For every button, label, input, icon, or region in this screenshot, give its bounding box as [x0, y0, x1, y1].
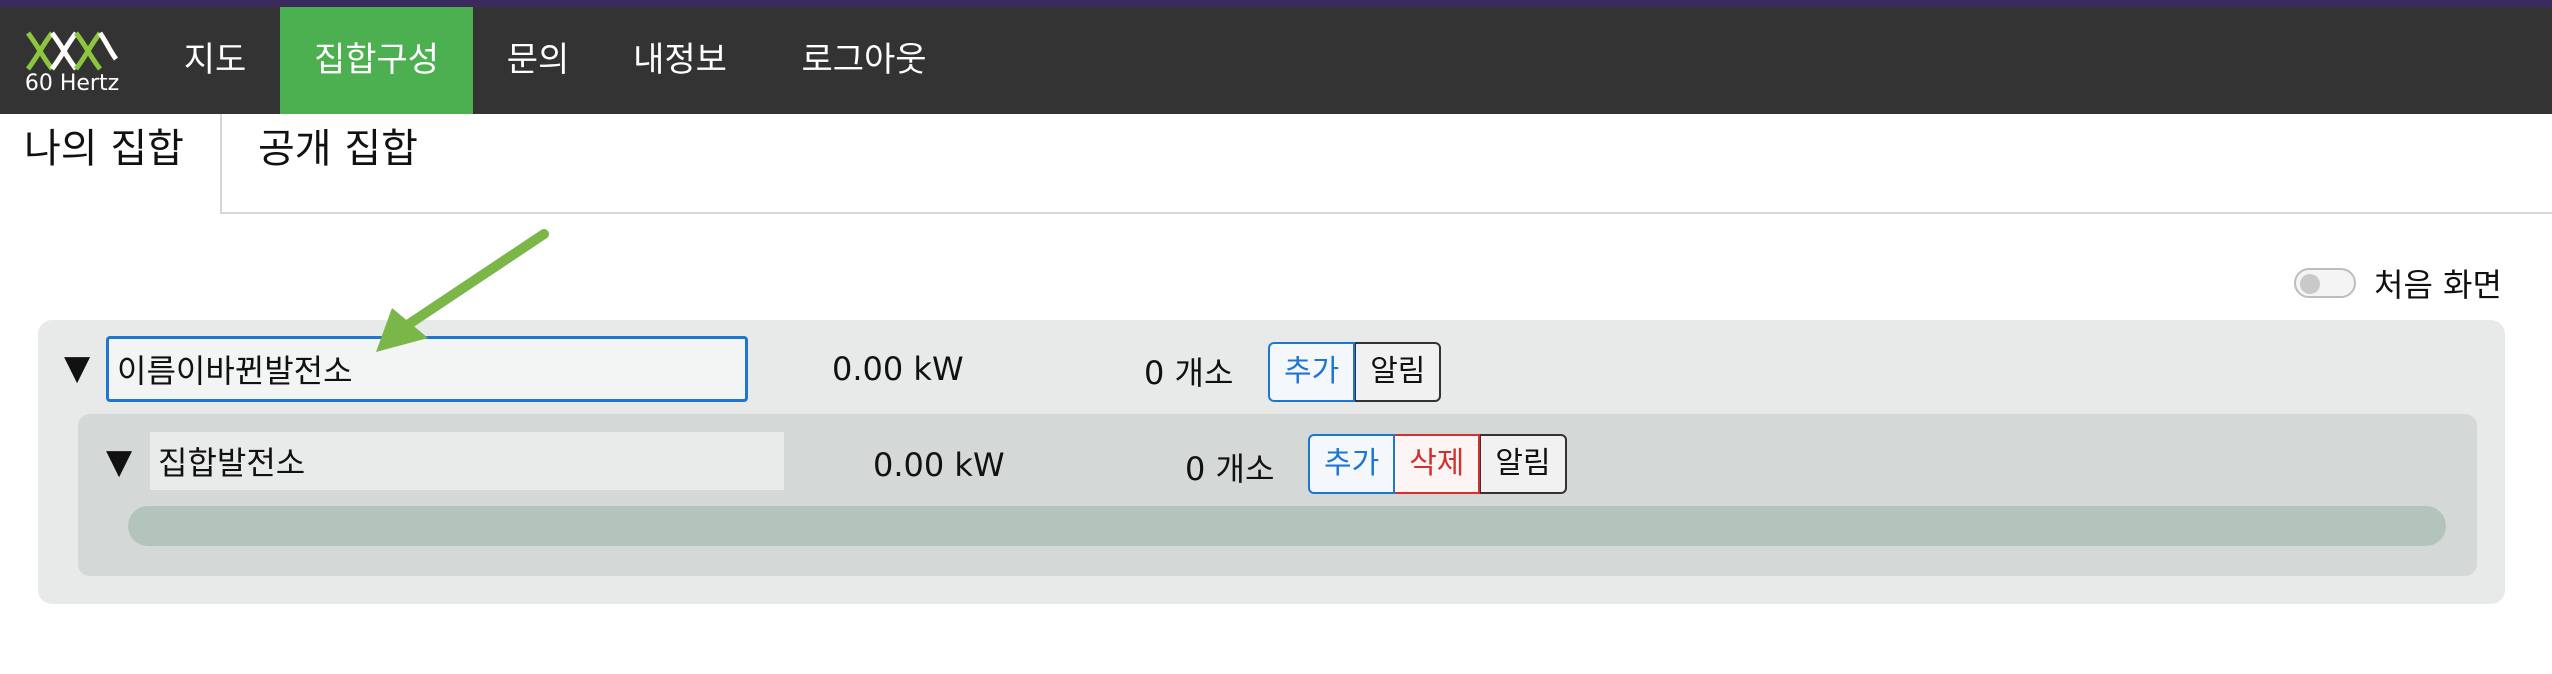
tab-public-aggregation[interactable]: 공개 집합: [258, 114, 458, 212]
toggle-knob: [2300, 274, 2320, 294]
add-button[interactable]: 추가: [1308, 434, 1396, 494]
child-group-power: 0.00 kW: [873, 446, 1005, 484]
child-group-site-count: 0 개소: [1185, 450, 1275, 488]
group-button-group: 추가 알림: [1268, 342, 1442, 402]
top-accent-stripe: [0, 0, 2552, 7]
group-site-count: 0 개소: [1144, 354, 1234, 392]
child-group-name-input[interactable]: [150, 432, 784, 490]
start-screen-toggle-label: 처음 화면: [2374, 266, 2502, 304]
nav-item-logout[interactable]: 로그아웃: [784, 7, 944, 114]
logo[interactable]: 60 Hertz: [24, 29, 120, 109]
nav-item-inquiry[interactable]: 문의: [488, 7, 588, 114]
start-screen-toggle[interactable]: [2294, 268, 2356, 298]
group-name-input[interactable]: [106, 336, 748, 402]
nav-item-aggregation[interactable]: 집합구성: [280, 7, 473, 114]
add-button[interactable]: 추가: [1268, 342, 1356, 402]
nav-item-my-info[interactable]: 내정보: [620, 7, 740, 114]
dna-helix-logo-icon: [25, 31, 119, 71]
alarm-button[interactable]: 알림: [1480, 434, 1567, 494]
child-button-group: 추가 삭제 알림: [1308, 434, 1567, 494]
aggregation-group-panel: ▼ 0.00 kW 0 개소 추가 알림 ▼ 0.00 kW 0 개소 추가 삭…: [38, 320, 2505, 604]
group-power: 0.00 kW: [832, 350, 964, 388]
alarm-button[interactable]: 알림: [1355, 342, 1442, 402]
top-navbar: 60 Hertz 지도 집합구성 문의 내정보 로그아웃: [0, 7, 2552, 114]
tab-bar: 나의 집합 공개 집합: [0, 114, 2552, 214]
child-group-panel: ▼ 0.00 kW 0 개소 추가 삭제 알림: [78, 414, 2477, 576]
nav-item-map[interactable]: 지도: [162, 7, 268, 114]
delete-button[interactable]: 삭제: [1395, 434, 1481, 494]
child-group-bar: [128, 506, 2446, 546]
triangle-down-icon[interactable]: ▼: [106, 442, 132, 482]
triangle-down-icon[interactable]: ▼: [64, 348, 90, 388]
tab-my-aggregation[interactable]: 나의 집합: [0, 114, 222, 214]
logo-text: 60 Hertz: [24, 71, 120, 96]
